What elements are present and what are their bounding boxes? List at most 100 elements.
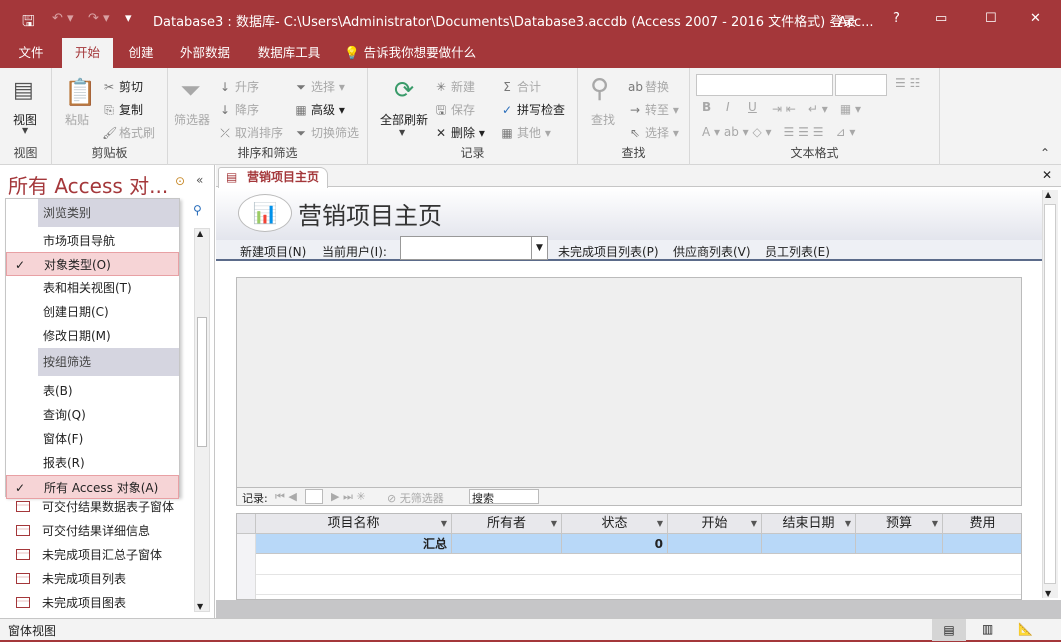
- restore-icon[interactable]: ☐: [985, 11, 997, 26]
- totals-cell[interactable]: 汇总: [256, 534, 452, 554]
- column-header[interactable]: 预算 ▼: [856, 514, 943, 534]
- column-header[interactable]: 费用: [943, 514, 1021, 534]
- help-button[interactable]: ?: [893, 11, 900, 26]
- scroll-thumb[interactable]: [197, 317, 207, 447]
- no-filter-button[interactable]: ⊘ 无筛选器: [387, 490, 444, 506]
- totals-button[interactable]: Σ 合计: [500, 78, 541, 95]
- bullets-icon[interactable]: ☰ ☷: [895, 76, 920, 90]
- nav-scrollbar[interactable]: ▲ ▼: [194, 228, 210, 612]
- close-document-icon[interactable]: ✕: [1042, 168, 1052, 182]
- row-selector-column[interactable]: [237, 534, 256, 599]
- indent-icons[interactable]: ⇥ ⇤ ↵ ▾ ▦ ▾: [772, 100, 861, 117]
- goto-button[interactable]: → 转至 ▾: [628, 101, 679, 118]
- customize-qat-icon[interactable]: ▾: [125, 11, 132, 26]
- format-painter-button[interactable]: 🖌 格式刷: [102, 124, 155, 141]
- advanced-button[interactable]: ▦ 高级 ▾: [294, 101, 345, 118]
- totals-cell[interactable]: [943, 534, 1021, 554]
- nav-object-item[interactable]: 未完成项目图表: [16, 592, 126, 614]
- menu-item[interactable]: 表(B): [6, 379, 179, 403]
- empty-row[interactable]: [237, 594, 1021, 595]
- font-name-select[interactable]: [696, 74, 833, 96]
- tell-me-search[interactable]: 💡 告诉我你想要做什么: [344, 38, 484, 68]
- select-button[interactable]: ⇖ 选择 ▾: [628, 124, 679, 141]
- collapse-ribbon-icon[interactable]: ⌃: [1040, 146, 1050, 160]
- scroll-thumb[interactable]: [1044, 204, 1056, 584]
- collapse-nav-icon[interactable]: «: [196, 173, 203, 187]
- totals-cell[interactable]: [762, 534, 856, 554]
- redo-icon[interactable]: ↷ ▾: [88, 11, 110, 26]
- form-vertical-scrollbar[interactable]: ▲ ▼: [1042, 190, 1058, 598]
- delete-button[interactable]: ✕ 删除 ▾: [434, 124, 485, 141]
- font-color-icons[interactable]: A ▾ ab ▾ ◇ ▾ ☰ ☰ ☰ ⊿ ▾: [702, 123, 855, 140]
- nav-pane-header[interactable]: 所有 Access 对...: [8, 170, 168, 199]
- column-header[interactable]: 状态 ▼: [562, 514, 668, 534]
- current-user-combo[interactable]: ▼: [400, 236, 548, 260]
- vendors-link[interactable]: 供应商列表(V): [673, 243, 751, 260]
- menu-item[interactable]: 修改日期(M): [6, 324, 179, 348]
- toggle-filter-button[interactable]: ⏷ 切换筛选: [294, 124, 359, 141]
- select-all-corner[interactable]: [237, 514, 256, 534]
- totals-cell[interactable]: [668, 534, 762, 554]
- record-number-input[interactable]: [305, 489, 323, 504]
- scroll-up-icon[interactable]: ▲: [197, 229, 203, 238]
- column-header[interactable]: 结束日期 ▼: [762, 514, 856, 534]
- nav-object-item[interactable]: 未完成项目汇总子窗体: [16, 544, 162, 566]
- login-link[interactable]: 登录: [830, 11, 856, 30]
- new-project-link[interactable]: 新建项目(N): [240, 243, 306, 260]
- tab-external-data[interactable]: 外部数据: [170, 38, 240, 68]
- menu-item[interactable]: 创建日期(C): [6, 300, 179, 324]
- layout-view-icon[interactable]: ▥: [982, 622, 993, 636]
- cut-button[interactable]: ✂ 剪切: [102, 78, 143, 95]
- column-filter-dropdown-icon[interactable]: ▼: [657, 514, 663, 534]
- nav-menu-dropdown-icon[interactable]: ⊙: [175, 174, 185, 188]
- selection-button[interactable]: ⏷ 选择 ▾: [294, 78, 345, 95]
- paste-button[interactable]: 粘贴: [65, 111, 89, 128]
- nav-object-item[interactable]: 未完成项目列表: [16, 568, 126, 590]
- column-filter-dropdown-icon[interactable]: ▼: [845, 514, 851, 534]
- chevron-down-icon[interactable]: ▼: [399, 128, 405, 137]
- menu-item[interactable]: 查询(Q): [6, 403, 179, 427]
- totals-cell[interactable]: [452, 534, 562, 554]
- column-filter-dropdown-icon[interactable]: ▼: [932, 514, 938, 534]
- font-size-select[interactable]: [835, 74, 887, 96]
- menu-item[interactable]: ✓ 对象类型(O): [6, 252, 179, 276]
- column-filter-dropdown-icon[interactable]: ▼: [551, 514, 557, 534]
- employees-link[interactable]: 员工列表(E): [765, 243, 830, 260]
- scroll-up-icon[interactable]: ▲: [1045, 190, 1051, 199]
- copy-button[interactable]: ⎘ 复制: [102, 101, 143, 118]
- first-prev-record-icons[interactable]: ⏮ ◀: [275, 490, 297, 504]
- totals-cell[interactable]: 0: [562, 534, 668, 554]
- column-header[interactable]: 所有者 ▼: [452, 514, 562, 534]
- more-button[interactable]: ▦ 其他 ▾: [500, 124, 551, 141]
- next-last-new-record-icons[interactable]: ▶ ⏭ ✳: [331, 490, 366, 504]
- undo-icon[interactable]: ↶ ▾: [52, 11, 74, 26]
- italic-button[interactable]: I: [726, 100, 730, 114]
- sort-ascending-button[interactable]: ↓ 升序: [218, 78, 259, 95]
- tab-file[interactable]: 文件: [8, 38, 54, 68]
- nav-object-item[interactable]: 可交付结果详细信息: [16, 520, 150, 542]
- column-header[interactable]: 开始 ▼: [668, 514, 762, 534]
- new-record-button[interactable]: ✳ 新建: [434, 78, 475, 95]
- menu-item[interactable]: 窗体(F): [6, 427, 179, 451]
- document-tab[interactable]: ▤ 营销项目主页: [218, 167, 328, 188]
- underline-button[interactable]: U: [748, 100, 757, 114]
- menu-item[interactable]: ✓ 所有 Access 对象(A): [6, 475, 179, 499]
- spelling-button[interactable]: ✓ 拼写检查: [500, 101, 565, 118]
- totals-cell[interactable]: [856, 534, 943, 554]
- find-button[interactable]: 查找: [591, 111, 615, 128]
- tab-home[interactable]: 开始: [62, 38, 113, 68]
- form-view-icon[interactable]: ▤: [932, 619, 966, 641]
- open-projects-link[interactable]: 未完成项目列表(P): [558, 243, 659, 260]
- bold-button[interactable]: B: [702, 100, 711, 114]
- column-filter-dropdown-icon[interactable]: ▼: [751, 514, 757, 534]
- empty-row[interactable]: [237, 574, 1021, 575]
- sort-descending-button[interactable]: ↓ 降序: [218, 101, 259, 118]
- filter-button[interactable]: 筛选器: [174, 111, 210, 128]
- menu-item[interactable]: 表和相关视图(T): [6, 276, 179, 300]
- ribbon-display-icon[interactable]: ▭: [935, 11, 947, 26]
- tab-create[interactable]: 创建: [118, 38, 164, 68]
- search-icon[interactable]: ⚲: [193, 203, 202, 217]
- save-record-button[interactable]: 🖫 保存: [434, 101, 475, 122]
- column-filter-dropdown-icon[interactable]: ▼: [441, 514, 447, 534]
- scroll-down-icon[interactable]: ▼: [1045, 589, 1051, 598]
